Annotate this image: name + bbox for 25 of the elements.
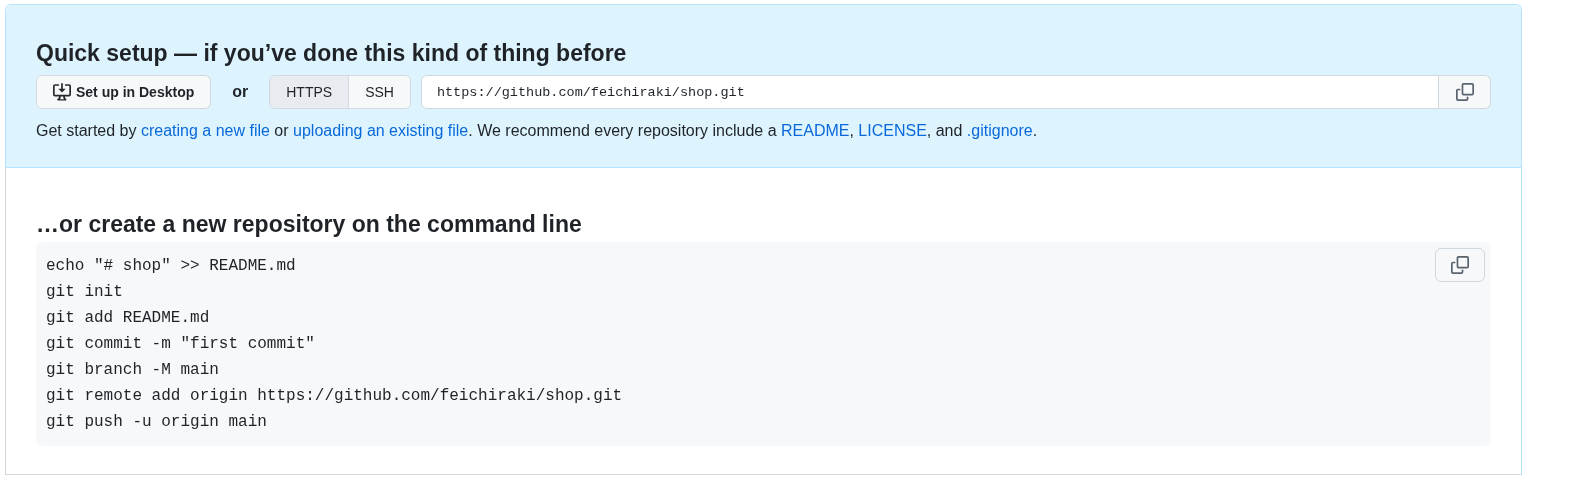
help-link[interactable]: creating a new file	[140, 122, 270, 139]
copy-icon	[1451, 256, 1469, 274]
section-heading: …or create a new repository on the command line	[36, 210, 582, 238]
copy-icon	[1455, 83, 1474, 101]
clone-url-field[interactable]: https://github.com/feichiraki/shop.git	[420, 75, 1439, 109]
desktop-download-icon	[53, 83, 71, 101]
code-line: git init	[46, 282, 123, 303]
code-line: echo "# shop" >> README.md	[46, 256, 296, 277]
code-line: git branch -M main	[46, 360, 219, 381]
setup-desktop-button[interactable]: Set up in Desktop	[36, 75, 212, 109]
protocol-tab[interactable]: HTTPS	[270, 76, 349, 108]
help-text: Get started by creating a new file or uploading an existing file. We recommend every repository include a README, LICENSE, and .gitignore.	[36, 121, 1038, 141]
copy-button[interactable]	[1435, 248, 1485, 282]
code-line: git add README.md	[46, 308, 210, 329]
code-line: git push -u origin main	[46, 412, 267, 433]
code-line: git commit -m "first commit"	[46, 334, 315, 355]
copy-button[interactable]	[1439, 75, 1491, 109]
protocol-tab[interactable]: SSH	[348, 76, 410, 108]
help-link[interactable]: uploading an existing file	[293, 122, 469, 139]
or-label: or	[232, 82, 249, 102]
help-link[interactable]: LICENSE	[858, 122, 927, 139]
help-link[interactable]: .gitignore	[966, 122, 1033, 139]
help-link[interactable]: README	[781, 122, 850, 139]
section-heading: Quick setup — if you’ve done this kind of thing before	[36, 39, 627, 67]
code-line: git remote add origin https://github.com/feichiraki/shop.git	[46, 386, 623, 407]
